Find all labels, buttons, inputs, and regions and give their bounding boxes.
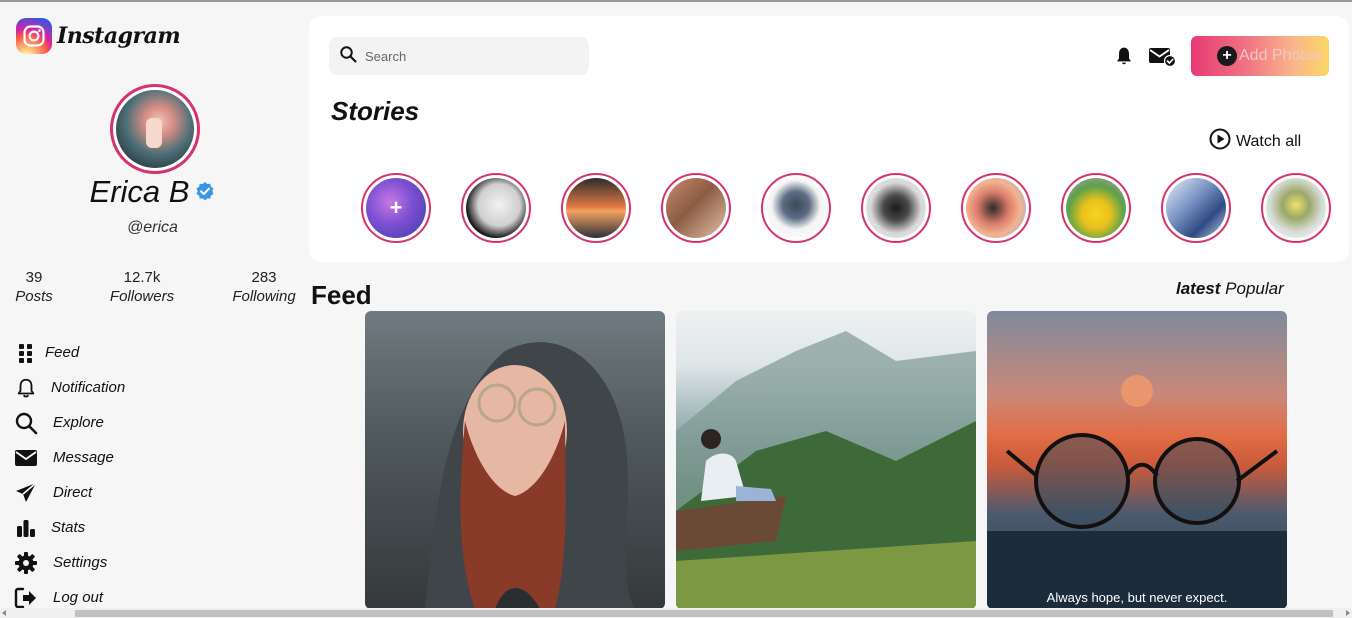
messages-button[interactable] (1148, 45, 1177, 72)
play-circle-icon (1209, 128, 1231, 155)
sidebar-item-label: Log out (53, 589, 104, 606)
app-name: Instagram (57, 23, 181, 49)
instagram-icon (16, 18, 52, 54)
story-thumbnail (1166, 178, 1226, 238)
gear-icon (13, 550, 39, 576)
verified-badge-icon (195, 173, 215, 209)
post-photo-art (676, 331, 976, 609)
post-caption: Always hope, but never expect. (1046, 590, 1228, 605)
plus-circle-icon: + (1217, 46, 1237, 66)
sidebar-item-explore[interactable]: Explore (13, 405, 125, 440)
stat-label: Followers (109, 288, 175, 305)
story-thumbnail (1266, 178, 1326, 238)
stat-following[interactable]: 283 Following (228, 269, 300, 305)
story-item[interactable] (661, 173, 731, 243)
sidebar-item-label: Explore (53, 414, 104, 431)
tab-latest[interactable]: latest (1176, 279, 1220, 298)
sidebar-item-settings[interactable]: Settings (13, 545, 125, 580)
search-icon (13, 410, 39, 436)
profile-name-row: Erica B (0, 174, 305, 212)
sidebar-item-feed[interactable]: Feed (13, 335, 125, 370)
feed-sort-tabs: latest Popular (1176, 279, 1284, 299)
stories-heading: Stories (331, 96, 420, 126)
stat-value: 12.7k (123, 269, 161, 286)
bar-chart-icon (13, 515, 39, 541)
tab-popular[interactable]: Popular (1225, 279, 1284, 298)
watch-all-label: Watch all (1236, 132, 1302, 150)
story-thumbnail (766, 178, 826, 238)
search-icon (339, 45, 357, 68)
post-photo-art (987, 375, 1287, 609)
story-item[interactable] (1261, 173, 1331, 243)
plus-icon: + (389, 195, 403, 220)
story-item[interactable] (461, 173, 531, 243)
sidebar: Instagram Erica B @erica 39 Posts 12.7k … (0, 2, 305, 608)
app-logo[interactable]: Instagram (16, 18, 181, 54)
sidebar-nav: Feed Notification Explore Message Direct (13, 335, 125, 615)
stories-panel: + Add Photos Stories Watch all + (309, 16, 1349, 262)
scroll-right-icon[interactable] (1346, 610, 1350, 616)
envelope-check-icon (1148, 48, 1177, 71)
story-thumbnail (566, 178, 626, 238)
profile-name: Erica B (89, 174, 190, 209)
stat-label: Following (232, 288, 296, 305)
horizontal-scrollbar[interactable] (0, 608, 1352, 618)
story-thumbnail (866, 178, 926, 238)
stat-followers[interactable]: 12.7k Followers (106, 269, 178, 305)
story-item[interactable] (561, 173, 631, 243)
logout-icon (13, 585, 39, 611)
story-item[interactable] (861, 173, 931, 243)
story-item[interactable] (1161, 173, 1231, 243)
profile-handle: @erica (127, 219, 178, 236)
paper-plane-icon (13, 480, 39, 506)
add-photos-label: Add Photos (1239, 47, 1322, 64)
sidebar-item-label: Feed (45, 344, 80, 361)
profile-avatar[interactable] (110, 84, 200, 174)
story-item[interactable] (1061, 173, 1131, 243)
sidebar-item-label: Settings (53, 554, 108, 571)
scrollbar-thumb[interactable] (75, 610, 1333, 617)
feed-post-image[interactable]: Always hope, but never expect. (987, 311, 1287, 609)
search-box[interactable] (329, 37, 589, 75)
stat-value: 39 (25, 269, 43, 286)
stat-posts[interactable]: 39 Posts (14, 269, 54, 305)
feed-heading: Feed (311, 280, 372, 310)
sidebar-item-message[interactable]: Message (13, 440, 125, 475)
avatar-image (116, 90, 194, 168)
post-photo-art (425, 342, 635, 609)
watch-all-button[interactable]: Watch all (1209, 128, 1301, 155)
story-thumbnail (666, 178, 726, 238)
bell-icon (13, 375, 39, 401)
envelope-icon (13, 445, 39, 471)
sidebar-item-label: Notification (51, 379, 126, 396)
sidebar-item-stats[interactable]: Stats (13, 510, 125, 545)
stat-label: Posts (15, 288, 53, 305)
scroll-left-icon[interactable] (2, 610, 6, 616)
story-item[interactable] (761, 173, 831, 243)
add-photos-button[interactable]: + Add Photos (1191, 36, 1329, 76)
notifications-button[interactable] (1114, 45, 1134, 72)
story-thumbnail (966, 178, 1026, 238)
search-input[interactable] (365, 48, 565, 64)
sidebar-item-notification[interactable]: Notification (13, 370, 125, 405)
bell-icon (1114, 47, 1134, 71)
story-thumbnail (1066, 178, 1126, 238)
sidebar-item-label: Stats (51, 519, 86, 536)
story-item[interactable]: + (361, 173, 431, 243)
story-item[interactable] (961, 173, 1031, 243)
stat-value: 283 (251, 269, 277, 286)
feed-post-image[interactable] (365, 311, 665, 609)
story-thumbnail: + (366, 178, 426, 238)
grid-icon (13, 340, 39, 366)
sidebar-item-label: Direct (53, 484, 93, 501)
feed-post-image[interactable] (676, 311, 976, 609)
sidebar-item-label: Message (53, 449, 114, 466)
sidebar-item-direct[interactable]: Direct (13, 475, 125, 510)
story-thumbnail (466, 178, 526, 238)
